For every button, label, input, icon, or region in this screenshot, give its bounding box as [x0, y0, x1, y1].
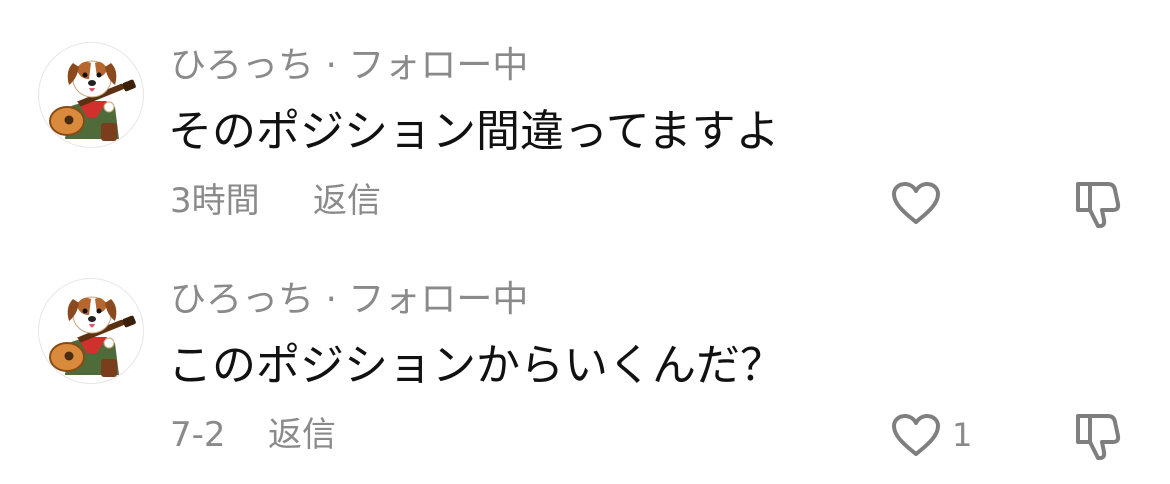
dog-with-guitar-avatar-icon	[49, 296, 136, 377]
thumbs-down-outline-icon	[1076, 414, 1121, 460]
timestamp: 3時間	[170, 181, 260, 221]
dislike-button[interactable]	[1070, 176, 1126, 232]
username[interactable]: ひろっち · フォロー中	[170, 44, 528, 88]
like-button[interactable]	[890, 178, 952, 228]
heart-outline-icon	[892, 182, 940, 224]
reply-button[interactable]: 返信	[313, 180, 381, 222]
timestamp: 7-2	[170, 415, 226, 455]
dog-with-guitar-avatar-icon	[49, 60, 136, 141]
username[interactable]: ひろっち · フォロー中	[170, 278, 528, 322]
thumbs-down-outline-icon	[1076, 182, 1121, 228]
avatar[interactable]	[38, 278, 144, 384]
avatar[interactable]	[38, 42, 144, 148]
dislike-button[interactable]	[1070, 408, 1126, 464]
comment-text: このポジションからいくんだ？	[168, 340, 784, 391]
comment-item: ひろっち · フォロー中 このポジションからいくんだ？ 7-2 返信 1	[0, 246, 1170, 476]
reply-button[interactable]: 返信	[268, 414, 336, 456]
comment-text: そのポジション間違ってますよ	[168, 106, 780, 157]
comment-item: ひろっち · フォロー中 そのポジション間違ってますよ 3時間 返信	[0, 0, 1170, 230]
like-button[interactable]: 1	[890, 410, 972, 460]
heart-outline-icon	[892, 414, 940, 456]
like-count: 1	[952, 416, 973, 454]
